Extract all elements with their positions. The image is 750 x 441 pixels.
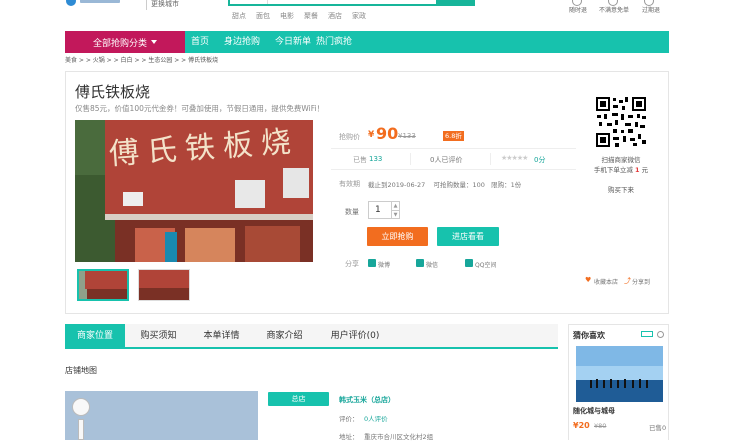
tab-location[interactable]: 商家位置 bbox=[65, 324, 125, 349]
share-link[interactable]: 分享到 bbox=[632, 277, 650, 286]
store-reviews-value[interactable]: 0人评价 bbox=[364, 413, 388, 423]
hot-word[interactable]: 酒店 bbox=[328, 11, 342, 21]
price-currency: ¥ bbox=[368, 130, 375, 140]
share-wechat[interactable]: 微信 bbox=[426, 260, 438, 269]
all-categories-label: 全部抢购分类 bbox=[92, 38, 147, 49]
city-switch[interactable]: 更换城市 bbox=[151, 0, 179, 8]
price-label: 抢购价 bbox=[339, 133, 360, 141]
share-weibo[interactable]: 微博 bbox=[378, 260, 390, 269]
qr-code bbox=[595, 96, 647, 148]
favorite-icon[interactable]: ♥ bbox=[585, 276, 591, 284]
discount-badge: 6.8折 bbox=[443, 131, 464, 141]
nav-item-hot[interactable]: 热门疯抢 bbox=[316, 31, 352, 53]
store-name[interactable]: 韩式玉米（总店） bbox=[339, 395, 395, 405]
guarantee-expired: 过期退 bbox=[641, 7, 660, 14]
hot-word[interactable]: 甜点 bbox=[232, 11, 246, 21]
all-categories-menu[interactable]: 全部抢购分类 bbox=[65, 31, 185, 53]
search-input[interactable] bbox=[270, 0, 436, 4]
logo[interactable] bbox=[66, 0, 146, 6]
hot-word[interactable]: 聚餐 bbox=[304, 11, 318, 21]
share-icon[interactable]: ⤴ bbox=[624, 276, 631, 286]
hot-word[interactable]: 电影 bbox=[280, 11, 294, 21]
deal-subtitle: 仅售85元，价值100元代金券！可叠加使用，节假日通用，提供免费WiFi！ bbox=[75, 104, 325, 113]
tab-notice[interactable]: 购买须知 bbox=[127, 324, 190, 349]
validity-text: 截止到2019-06-27 可抢购数量：100 限购：1份 bbox=[368, 181, 522, 189]
review-summary[interactable]: 0人已评价 bbox=[430, 155, 462, 165]
stats-divider bbox=[410, 153, 411, 165]
thumbnail-image[interactable] bbox=[138, 269, 190, 301]
guarantee-free: 不满意免单 bbox=[598, 7, 629, 14]
qr-discount-value: 1 bbox=[634, 166, 640, 174]
store-reviews-label: 评价： bbox=[339, 415, 359, 423]
hot-words: 甜点 面包 电影 聚餐 酒店 家政 bbox=[232, 11, 472, 21]
qr-discount-suffix: 元 bbox=[641, 166, 649, 174]
nav-item-home[interactable]: 首页 bbox=[191, 31, 209, 53]
sold-count: 133 bbox=[369, 155, 383, 163]
tab-merchant[interactable]: 商家介绍 bbox=[253, 324, 316, 349]
quantity-stepper: 1 ▲ ▼ bbox=[368, 201, 400, 219]
search-box bbox=[228, 0, 475, 6]
qr-discount-prefix: 手机下单立减 bbox=[593, 166, 633, 174]
recommend-product-name[interactable]: 随化城与城母 bbox=[573, 406, 615, 416]
rating-score: 0分 bbox=[534, 156, 546, 164]
qr-caption: 扫描商家微信 bbox=[601, 156, 641, 164]
recommend-title: 猜你喜欢 bbox=[573, 331, 605, 340]
recommend-paging-icon[interactable] bbox=[641, 331, 653, 337]
hot-word[interactable]: 面包 bbox=[256, 11, 270, 21]
deal-title: 傅氏铁板烧 bbox=[75, 83, 151, 101]
map-zoom-slider[interactable] bbox=[78, 419, 84, 440]
deal-main-image[interactable]: 傅氏铁板烧 bbox=[75, 120, 313, 262]
recommend-photo bbox=[576, 346, 663, 402]
nav-item-nearby[interactable]: 身边抢购 bbox=[224, 31, 260, 53]
decrement-icon[interactable]: ▼ bbox=[391, 210, 399, 218]
search-button[interactable] bbox=[436, 0, 475, 6]
sold-label: 已售 bbox=[353, 156, 367, 164]
search-type[interactable] bbox=[232, 0, 268, 4]
buy-now-button[interactable]: 立即抢购 bbox=[367, 227, 428, 246]
recommend-sold: 已售0 bbox=[649, 424, 667, 432]
validity-label: 有效期 bbox=[339, 180, 360, 188]
share-qzone[interactable]: QQ空间 bbox=[475, 260, 496, 269]
thumbnail-photo bbox=[139, 270, 189, 300]
detail-tabs: 商家位置 购买须知 本单详情 商家介绍 用户评价(0) bbox=[65, 324, 558, 349]
chevron-down-icon bbox=[151, 40, 157, 44]
thumbnail-image[interactable] bbox=[77, 269, 129, 301]
store-badge: 总店 bbox=[268, 392, 329, 406]
share-label: 分享 bbox=[345, 260, 359, 268]
logo-text bbox=[80, 0, 120, 3]
wechat-icon[interactable] bbox=[416, 259, 424, 267]
qr-code-icon bbox=[595, 96, 647, 148]
favorite-link[interactable]: 收藏本店 bbox=[594, 277, 618, 286]
city-divider bbox=[146, 0, 147, 10]
weibo-icon[interactable] bbox=[368, 259, 376, 267]
stats-divider bbox=[490, 153, 491, 165]
store-map-title: 店铺地图 bbox=[65, 366, 97, 375]
recommend-price: ¥20 bbox=[573, 421, 590, 430]
refresh-icon[interactable] bbox=[657, 331, 664, 338]
increment-icon[interactable]: ▲ bbox=[391, 202, 399, 210]
recommend-original-price: ¥80 bbox=[594, 422, 607, 430]
map-pan-icon[interactable] bbox=[72, 398, 90, 416]
qzone-icon[interactable] bbox=[465, 259, 473, 267]
thumbnail-photo bbox=[79, 271, 127, 299]
original-price: ¥133 bbox=[398, 132, 416, 140]
logo-icon bbox=[66, 0, 76, 6]
tab-details[interactable]: 本单详情 bbox=[190, 324, 253, 349]
map-view[interactable] bbox=[65, 391, 258, 440]
recommend-panel: 猜你喜欢 随化城与城母 ¥20 ¥80 已售0 bbox=[568, 324, 669, 440]
tab-reviews[interactable]: 用户评价(0) bbox=[315, 324, 395, 349]
nav-item-new[interactable]: 今日新单 bbox=[275, 31, 311, 53]
deal-price: 90 bbox=[376, 124, 399, 143]
breadcrumb: 美食 > > 火锅 > > 白白 > > 生态公园 > > 傅氏铁板烧 bbox=[65, 57, 219, 64]
hot-word[interactable]: 家政 bbox=[352, 11, 366, 21]
qty-label: 数量 bbox=[345, 208, 359, 216]
visit-shop-button[interactable]: 进店看看 bbox=[437, 227, 499, 246]
main-nav: 全部抢购分类 首页 身边抢购 今日新单 热门疯抢 bbox=[65, 31, 669, 53]
rating-stars: ★★★★★ bbox=[501, 154, 528, 162]
qr-link[interactable]: 购买下来 bbox=[590, 184, 652, 194]
guarantee-anytime: 随时退 bbox=[568, 7, 587, 14]
quantity-input[interactable]: 1 bbox=[375, 205, 381, 215]
qr-discount-line: 手机下单立减 1 元 bbox=[576, 164, 666, 174]
recommend-image[interactable] bbox=[576, 346, 663, 402]
